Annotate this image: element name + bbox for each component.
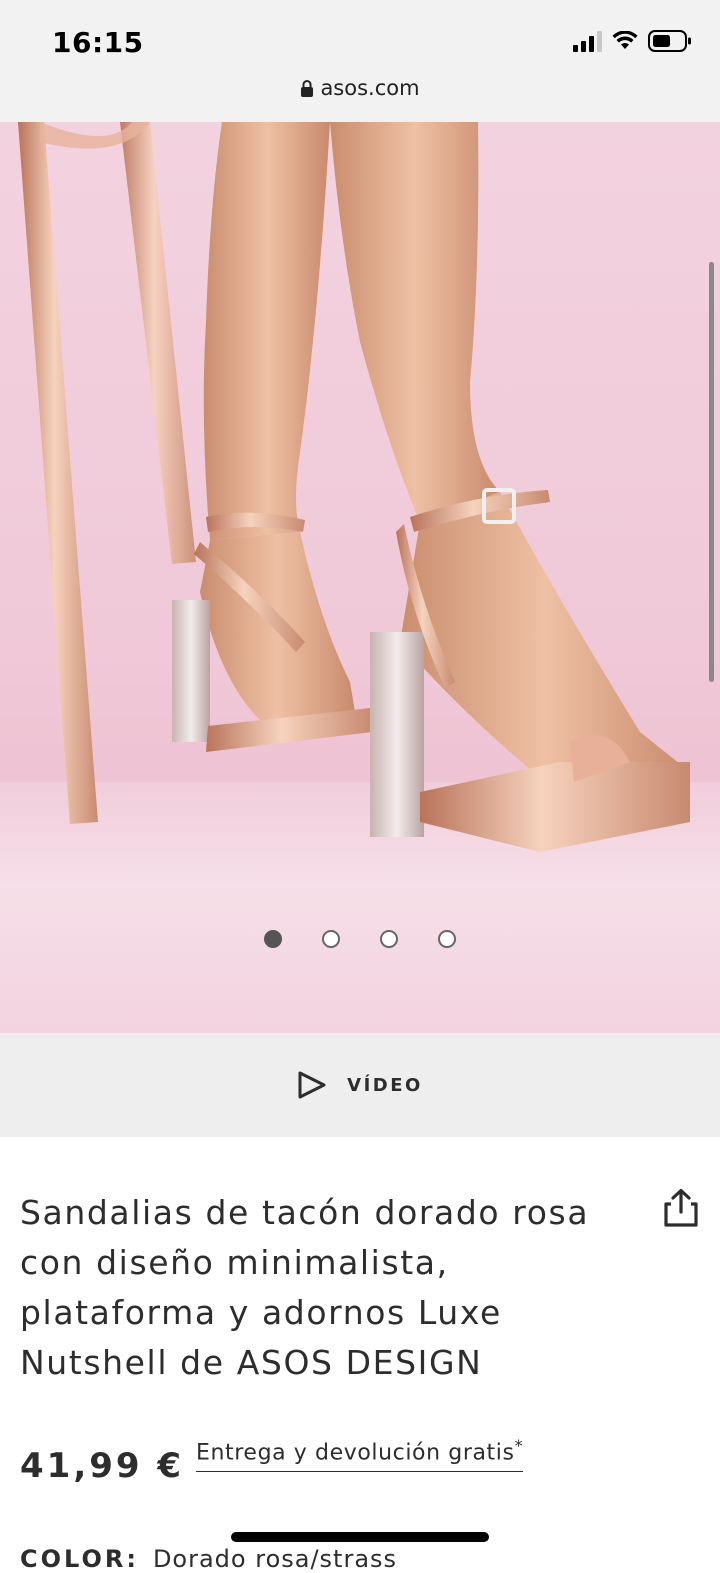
video-label: VÍDEO [347, 1074, 423, 1096]
product-price: 41,99 € [20, 1446, 185, 1486]
gallery-dot-4[interactable] [438, 930, 456, 948]
color-row: COLOR: Dorado rosa/strass [20, 1545, 397, 1573]
share-icon [664, 1188, 698, 1227]
product-title: Sandalias de tacón dorado rosa con diseñ… [20, 1193, 590, 1382]
home-indicator[interactable] [231, 1532, 489, 1542]
video-button[interactable]: VÍDEO [0, 1033, 720, 1137]
color-label: COLOR: [20, 1545, 139, 1573]
product-photo [18, 122, 690, 852]
scroll-indicator[interactable] [709, 262, 714, 682]
color-value: Dorado rosa/strass [152, 1545, 398, 1573]
browser-status-bar: 16:15 asos.com [0, 0, 720, 123]
lock-icon [301, 80, 314, 97]
battery-icon [648, 30, 691, 52]
url-text: asos.com [320, 76, 420, 100]
free-delivery-text: Entrega y devolución gratis [196, 1440, 515, 1466]
gallery-pagination [0, 930, 720, 948]
gallery-dot-2[interactable] [322, 930, 340, 948]
clock: 16:15 [52, 26, 144, 59]
gallery-dot-1[interactable] [264, 930, 282, 948]
signal-icon [573, 30, 602, 52]
play-icon [298, 1071, 326, 1099]
share-button[interactable] [662, 1188, 700, 1232]
system-icons [573, 30, 692, 52]
free-delivery-link[interactable]: Entrega y devolución gratis* [196, 1436, 524, 1473]
gallery-dot-3[interactable] [380, 930, 398, 948]
product-image-gallery[interactable] [0, 122, 720, 1033]
wifi-icon [612, 31, 638, 49]
address-bar[interactable]: asos.com [0, 76, 720, 100]
delivery-footnote-mark: * [514, 1436, 524, 1455]
